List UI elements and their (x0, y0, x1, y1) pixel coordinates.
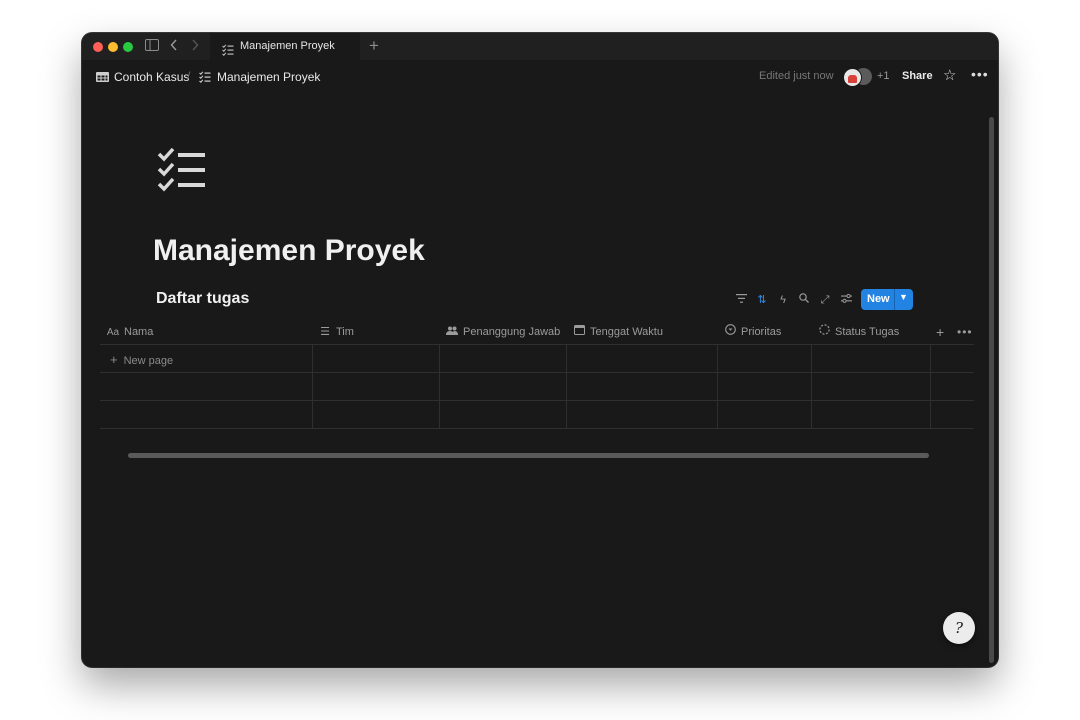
collaborators-count[interactable]: +1 (877, 70, 890, 82)
breadcrumb-item-contoh-kasus[interactable]: Contoh Kasus (96, 69, 189, 85)
browser-tab[interactable]: Manajemen Proyek (210, 33, 360, 60)
avatar[interactable] (843, 68, 862, 87)
favorite-star-icon[interactable]: ☆ (943, 66, 956, 84)
database-table: Aa Nama ☰ Tim Penanggung Jawab Tenggat Wak… (100, 320, 974, 429)
vertical-scrollbar[interactable] (989, 117, 994, 663)
expand-icon[interactable]: ⤢ (818, 293, 832, 307)
tab-title: Manajemen Proyek (240, 40, 335, 52)
text-icon: Aa (106, 327, 120, 338)
new-record-button[interactable]: New ▼ (861, 289, 913, 310)
filter-icon[interactable] (734, 293, 748, 307)
breadcrumb-label: Contoh Kasus (114, 70, 190, 84)
breadcrumb-label: Manajemen Proyek (217, 70, 321, 84)
back-arrow-icon[interactable] (170, 38, 178, 54)
breadcrumb-separator: / (187, 69, 191, 83)
column-header-status-tugas[interactable]: Status Tugas (817, 320, 899, 344)
page-title[interactable]: Manajemen Proyek (153, 234, 425, 268)
table-header: Aa Nama ☰ Tim Penanggung Jawab Tenggat Wak… (100, 320, 974, 345)
automation-icon[interactable]: ϟ (776, 293, 790, 307)
new-button-label: New (867, 293, 890, 305)
search-icon[interactable] (797, 293, 811, 307)
database-title[interactable]: Daftar tugas (156, 290, 249, 308)
new-page-button[interactable]: + New page (110, 352, 173, 367)
table-row[interactable] (100, 373, 974, 401)
sidebar-toggle-icon[interactable] (145, 38, 159, 54)
checklist-icon (199, 71, 211, 83)
breadcrumb-item-manajemen-proyek[interactable]: Manajemen Proyek (199, 69, 320, 85)
people-icon (445, 320, 459, 344)
settings-icon[interactable] (839, 293, 853, 307)
close-window-button[interactable] (93, 42, 103, 52)
title-bar: Manajemen Proyek + (82, 33, 998, 60)
plus-icon: + (110, 352, 118, 367)
column-options-icon[interactable]: ••• (957, 320, 973, 344)
more-options-icon[interactable]: ••• (971, 66, 989, 82)
sort-icon[interactable]: ⇅ (755, 293, 769, 307)
new-tab-plus-icon[interactable]: + (369, 36, 379, 56)
table-row[interactable] (100, 401, 974, 429)
help-icon: ? (954, 619, 964, 637)
table-icon (96, 72, 109, 82)
list-icon: ☰ (320, 326, 330, 338)
table-row[interactable]: + New page (100, 345, 974, 373)
add-column-icon[interactable]: + (936, 320, 944, 344)
column-header-tenggat-waktu[interactable]: Tenggat Waktu (572, 320, 663, 344)
status-icon (817, 320, 831, 344)
app-window: Manajemen Proyek + Contoh Kasus / Manaje… (82, 33, 998, 667)
column-header-nama[interactable]: Aa Nama (106, 320, 153, 344)
calendar-icon (572, 320, 586, 344)
column-header-prioritas[interactable]: Prioritas (723, 320, 781, 344)
column-header-tim[interactable]: ☰ Tim (318, 320, 354, 344)
chevron-down-icon[interactable]: ▼ (899, 292, 908, 302)
checklist-icon (222, 40, 234, 67)
horizontal-scrollbar[interactable] (128, 453, 929, 458)
column-header-penanggung-jawab[interactable]: Penanggung Jawab (445, 320, 560, 344)
forward-arrow-icon[interactable] (191, 38, 199, 54)
minimize-window-button[interactable] (108, 42, 118, 52)
select-icon (723, 320, 737, 344)
zoom-window-button[interactable] (123, 42, 133, 52)
checklist-icon[interactable] (157, 147, 207, 199)
help-button[interactable]: ? (943, 612, 975, 644)
share-button[interactable]: Share (902, 70, 933, 82)
edited-status: Edited just now (759, 70, 834, 82)
